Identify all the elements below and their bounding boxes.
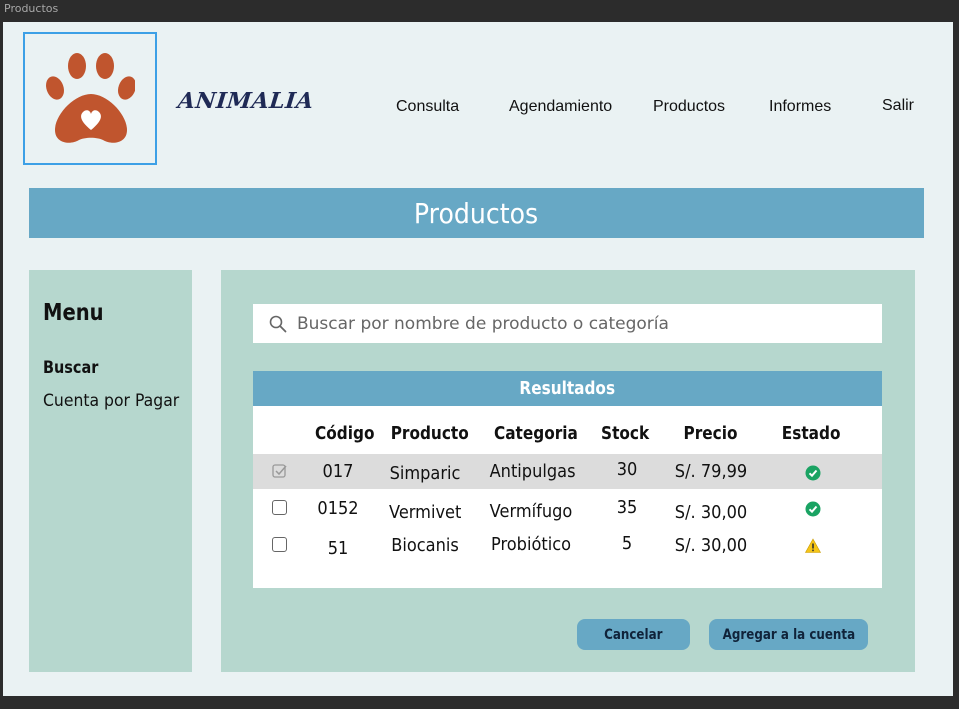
cell-stock: 30 — [616, 459, 638, 480]
add-to-account-button-label: Agregar a la cuenta — [722, 626, 855, 643]
cell-producto: Biocanis — [391, 535, 459, 556]
sidebar: Menu Buscar Cuenta por Pagar — [29, 270, 192, 672]
cell-precio: S/. 30,00 — [674, 502, 748, 523]
cancel-button[interactable]: Cancelar — [577, 619, 690, 650]
add-to-account-button[interactable]: Agregar a la cuenta — [709, 619, 868, 650]
sidebar-title: Menu — [43, 300, 104, 326]
status-ok-icon — [805, 465, 821, 481]
cell-producto: Simparic — [389, 463, 461, 484]
cancel-button-label: Cancelar — [604, 626, 663, 643]
row-checkbox[interactable] — [272, 537, 287, 552]
nav-agendamiento[interactable]: Agendamiento — [509, 98, 612, 116]
sidebar-item-cuenta-por-pagar[interactable]: Cuenta por Pagar — [43, 391, 179, 411]
column-header-categoria[interactable]: Categoria — [494, 423, 578, 444]
brand-name: ANIMALIA — [176, 88, 316, 114]
page-title: Productos — [414, 196, 539, 230]
cell-codigo: 51 — [327, 538, 349, 559]
cell-producto: Vermivet — [389, 502, 462, 523]
cell-precio: S/. 79,99 — [674, 461, 748, 482]
cell-codigo: 0152 — [317, 498, 359, 519]
results-title: Resultados — [519, 378, 616, 399]
logo[interactable] — [23, 32, 157, 165]
column-header-stock[interactable]: Stock — [601, 423, 649, 444]
column-header-producto[interactable]: Producto — [391, 423, 469, 444]
nav-informes[interactable]: Informes — [769, 98, 831, 116]
cell-stock: 35 — [616, 497, 638, 518]
nav-productos[interactable]: Productos — [653, 98, 725, 116]
column-header-codigo[interactable]: Código — [315, 423, 374, 444]
column-header-estado[interactable]: Estado — [782, 423, 841, 444]
column-header-precio[interactable]: Precio — [684, 423, 738, 444]
status-ok-icon — [805, 501, 821, 517]
cell-categoria: Vermífugo — [489, 501, 573, 522]
search-input[interactable] — [297, 313, 857, 334]
status-warning-icon — [805, 538, 821, 553]
nav-consulta[interactable]: Consulta — [396, 98, 459, 116]
cell-precio: S/. 30,00 — [674, 535, 748, 556]
window-title: Productos — [4, 2, 59, 15]
table-row[interactable]: 51 Biocanis Probiótico 5 S/. 30,00 — [253, 528, 882, 563]
cell-codigo: 017 — [322, 461, 354, 482]
cell-categoria: Antipulgas — [489, 461, 576, 482]
cell-categoria: Probiótico — [490, 534, 572, 555]
table-row[interactable]: 017 Simparic Antipulgas 30 S/. 79,99 — [253, 454, 882, 489]
cell-stock: 5 — [621, 533, 633, 554]
search-bar[interactable] — [253, 304, 882, 343]
app-canvas: ANIMALIA Consulta Agendamiento Productos… — [3, 22, 953, 696]
results-table: Resultados Código Producto Categoria Sto… — [253, 371, 882, 588]
checkbox-checked-icon[interactable] — [272, 463, 288, 479]
paw-heart-icon — [46, 52, 135, 143]
page-title-banner: Productos — [29, 188, 924, 238]
table-row[interactable]: 0152 Vermivet Vermífugo 35 S/. 30,00 — [253, 491, 882, 526]
row-checkbox[interactable] — [272, 500, 287, 515]
nav-salir[interactable]: Salir — [882, 97, 914, 115]
results-header: Resultados — [253, 371, 882, 406]
search-icon — [269, 315, 287, 332]
sidebar-item-buscar[interactable]: Buscar — [43, 358, 98, 378]
main-panel: Resultados Código Producto Categoria Sto… — [221, 270, 915, 672]
